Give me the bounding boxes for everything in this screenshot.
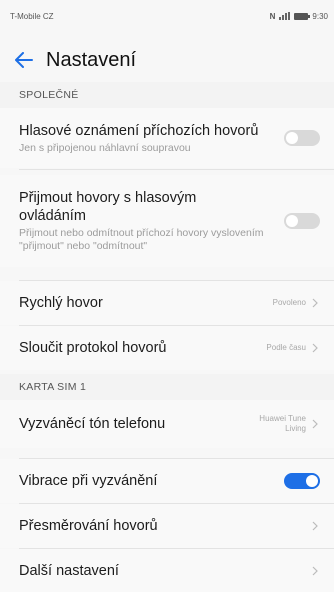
setting-title: Vyzváněcí tón telefonu [19, 416, 166, 432]
setting-title: Další nastavení [19, 562, 119, 579]
setting-title: Přijmout hovory s hlasovým ovládáním [19, 190, 197, 224]
status-icons: N 9:30 [270, 12, 328, 21]
vibrate-toggle[interactable] [284, 473, 320, 489]
ringtone-value-line1: Huawei Tune [259, 414, 306, 423]
setting-voice-control[interactable]: Přijmout hovory s hlasovým ovládáním Při… [0, 175, 334, 267]
setting-vibrate[interactable]: Vibrace při vyzvánění [0, 459, 334, 503]
app-bar: Nastavení [0, 40, 334, 80]
setting-forwarding[interactable]: Přesměrování hovorů [0, 504, 334, 548]
setting-value: Podle času [266, 343, 306, 352]
chevron-right-icon [310, 296, 320, 310]
setting-value: Povoleno [272, 298, 306, 307]
setting-merge-log[interactable]: Sloučit protokol hovorů Podle času [0, 326, 334, 370]
setting-title: Sloučit protokol hovorů [19, 340, 167, 356]
back-button[interactable] [4, 40, 44, 80]
setting-more[interactable]: Další nastavení [0, 549, 334, 592]
voice-announce-toggle[interactable] [284, 130, 320, 146]
setting-value: Huawei Tune Living [259, 414, 306, 434]
chevron-right-icon [310, 341, 320, 355]
chevron-right-icon [310, 417, 320, 431]
battery-icon [294, 12, 311, 20]
signal-icon [279, 12, 291, 20]
carrier-label: T-Mobile CZ [10, 11, 54, 21]
section-header-sim1: KARTA SIM 1 [0, 374, 334, 400]
section-header-common: SPOLEČNÉ [0, 82, 334, 108]
nfc-icon: N [269, 11, 276, 21]
setting-ringtone[interactable]: Vyzváněcí tón telefonu Huawei Tune Livin… [0, 400, 334, 448]
setting-voice-announce[interactable]: Hlasové oznámení příchozích hovorů Jen s… [0, 108, 334, 168]
page-title: Nastavení [46, 48, 137, 71]
setting-title: Hlasové oznámení příchozích hovorů [19, 122, 259, 139]
setting-title: Rychlý hovor [19, 295, 103, 311]
setting-quick-call[interactable]: Rychlý hovor Povoleno [0, 281, 334, 325]
divider [19, 169, 334, 170]
chevron-right-icon [310, 519, 320, 533]
voice-control-toggle[interactable] [284, 213, 320, 229]
setting-title: Přesměrování hovorů [19, 518, 158, 534]
setting-title: Vibrace při vyzvánění [19, 473, 158, 489]
setting-subtitle: Jen s připojenou náhlavní soupravou [19, 141, 191, 154]
clock: 9:30 [312, 11, 328, 21]
status-bar: T-Mobile CZ N 9:30 [0, 0, 334, 32]
ringtone-value-line2: Living [285, 424, 306, 433]
setting-subtitle: Přijmout nebo odmítnout příchozí hovory … [19, 227, 264, 252]
chevron-right-icon [310, 564, 320, 578]
arrow-left-icon [15, 52, 33, 68]
